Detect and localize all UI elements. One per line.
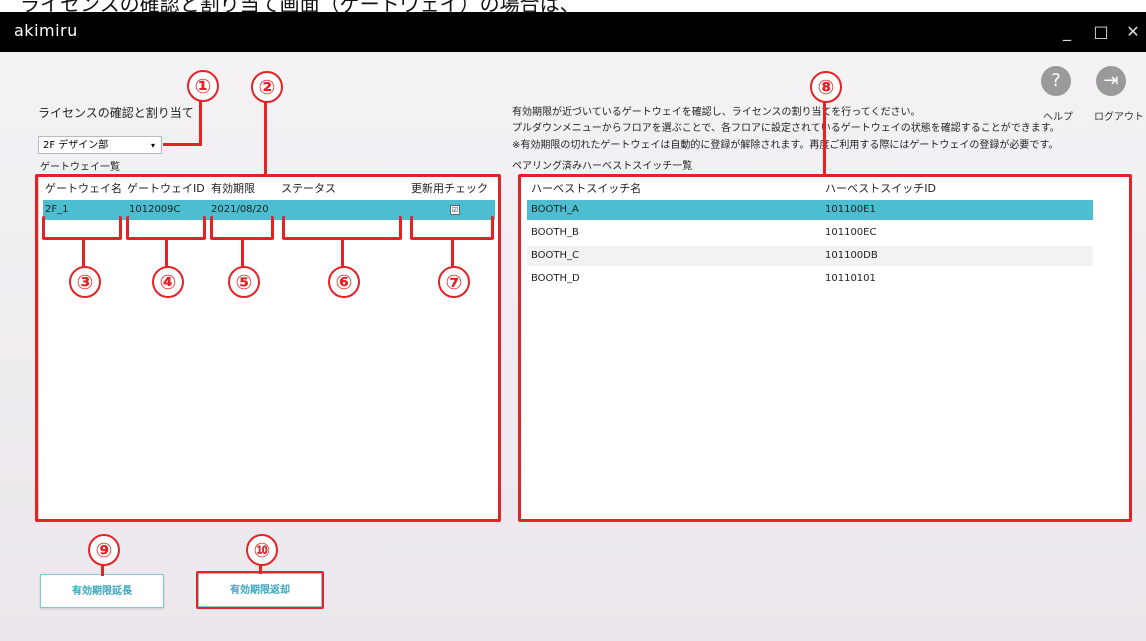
- info-line-1: 有効期限が近づいているゲートウェイを確認し、ライセンスの割り当てを行ってください…: [512, 107, 921, 118]
- annotation-line: [163, 143, 201, 146]
- extend-expiry-button[interactable]: 有効期限延長: [40, 574, 164, 608]
- logout-icon[interactable]: ⇥: [1096, 66, 1126, 96]
- annotation-marker-5: ⑤: [228, 266, 260, 298]
- annotation-bracket-check: [410, 216, 494, 240]
- annotation-line: [165, 238, 168, 268]
- annotation-marker-1: ①: [187, 70, 219, 102]
- annotation-box-switch-table: [518, 174, 1132, 522]
- annotation-line: [199, 98, 202, 146]
- annotation-line: [451, 238, 454, 268]
- annotation-marker-10: ⑩: [246, 534, 278, 566]
- page-heading: ライセンスの確認と割り当て: [38, 106, 194, 120]
- floor-select-value: 2F デザイン部: [43, 140, 109, 151]
- annotation-marker-9: ⑨: [88, 534, 120, 566]
- annotation-line: [264, 100, 267, 176]
- annotation-marker-2: ②: [251, 71, 283, 103]
- annotation-marker-6: ⑥: [328, 266, 360, 298]
- annotation-line: [823, 100, 826, 176]
- annotation-bracket-status: [282, 216, 402, 240]
- info-line-3: ※有効期限の切れたゲートウェイは自動的に登録が解除されます。再度ご利用する際には…: [512, 140, 1059, 151]
- annotation-line: [241, 238, 244, 268]
- top-caption: ライセンスの確認と割り当て画面（ゲートウェイ）の場合は、: [20, 0, 580, 12]
- app-title: akimiru: [14, 21, 78, 40]
- annotation-box-return-button: [196, 571, 324, 609]
- annotation-marker-3: ③: [69, 266, 101, 298]
- minimize-button[interactable]: _: [1054, 20, 1080, 44]
- chevron-down-icon: ▾: [150, 141, 155, 150]
- info-line-2: プルダウンメニューからフロアを選ぶことで、各フロアに設定されているゲートウェイの…: [512, 123, 1060, 134]
- floor-select[interactable]: 2F デザイン部 ▾: [38, 136, 162, 154]
- help-icon[interactable]: ?: [1041, 66, 1071, 96]
- gateway-list-title: ゲートウェイ一覧: [40, 162, 120, 173]
- annotation-bracket-expiry: [210, 216, 274, 240]
- annotation-marker-8: ⑧: [810, 71, 842, 103]
- title-bar: akimiru _ □ ✕: [0, 12, 1146, 52]
- annotation-marker-4: ④: [152, 266, 184, 298]
- annotation-line: [341, 238, 344, 268]
- annotation-marker-7: ⑦: [438, 266, 470, 298]
- annotation-line: [82, 238, 85, 268]
- annotation-bracket-name: [42, 216, 122, 240]
- maximize-button[interactable]: □: [1088, 20, 1114, 44]
- annotation-bracket-id: [126, 216, 206, 240]
- switch-list-title: ペアリング済みハーベストスイッチ一覧: [512, 161, 693, 172]
- close-button[interactable]: ✕: [1120, 20, 1146, 44]
- logout-label: ログアウト: [1094, 112, 1144, 123]
- top-caption-strip: ライセンスの確認と割り当て画面（ゲートウェイ）の場合は、: [0, 0, 1146, 12]
- main-area: ? ヘルプ ⇥ ログアウト ライセンスの確認と割り当て 2F デザイン部 ▾ ゲ…: [0, 52, 1146, 641]
